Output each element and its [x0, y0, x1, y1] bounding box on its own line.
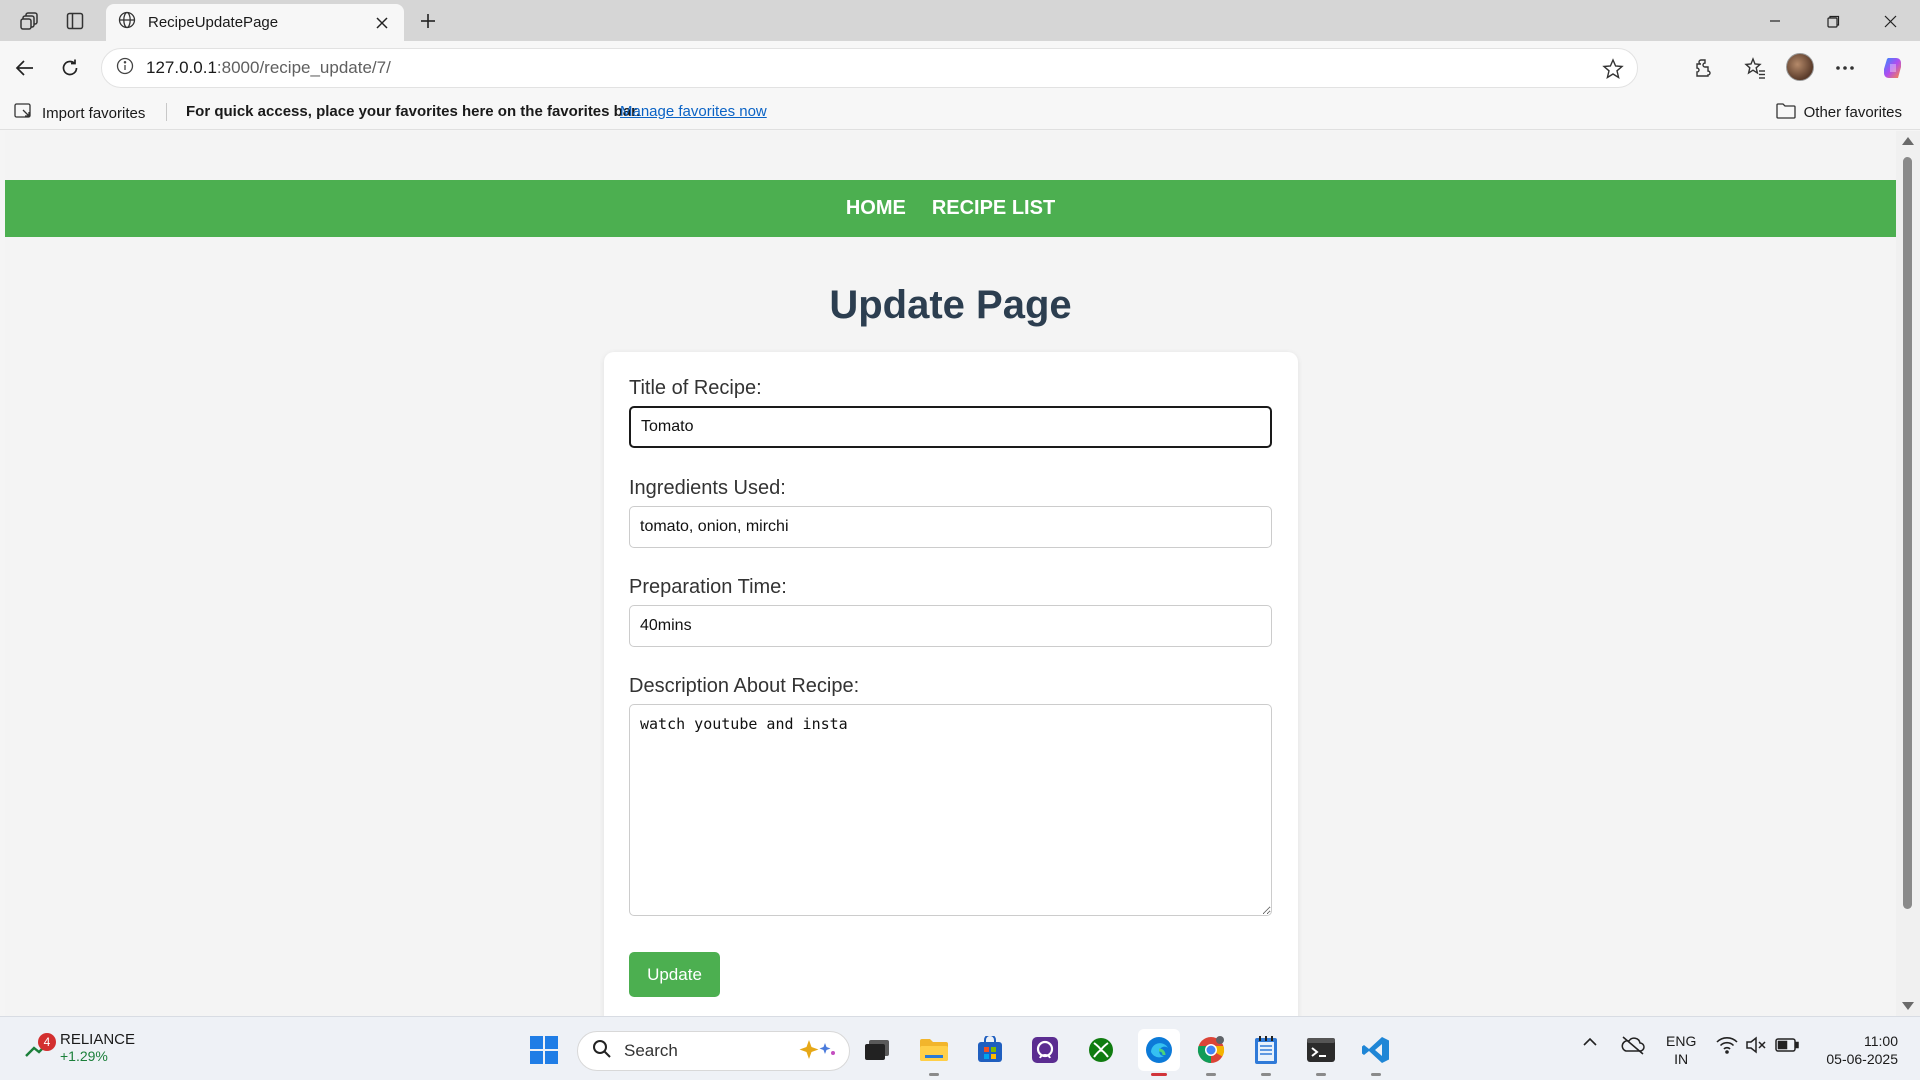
xbox-icon[interactable]	[1083, 1032, 1119, 1068]
url-path: :8000/recipe_update/7/	[216, 58, 391, 77]
extensions-icon[interactable]	[1689, 53, 1719, 83]
favorites-bar-message: For quick access, place your favorites h…	[186, 103, 641, 120]
search-icon	[592, 1039, 612, 1064]
page-viewport: HOME RECIPE LIST Update Page Title of Re…	[5, 131, 1896, 1016]
import-icon	[14, 102, 34, 124]
description-textarea[interactable]: watch youtube and insta	[629, 704, 1272, 916]
browser-tab-bar: RecipeUpdatePage	[0, 0, 1920, 41]
scroll-down-arrow-icon[interactable]	[1902, 1002, 1914, 1010]
new-tab-button[interactable]	[414, 7, 442, 35]
running-indicator	[929, 1073, 939, 1076]
photos-app-icon[interactable]	[1027, 1032, 1063, 1068]
address-bar[interactable]: 127.0.0.1:8000/recipe_update/7/	[101, 48, 1638, 88]
nav-home-link[interactable]: HOME	[846, 197, 906, 220]
page-title: Update Page	[829, 283, 1072, 327]
copilot-icon[interactable]	[1878, 53, 1908, 83]
update-recipe-form: Title of Recipe: Ingredients Used: Prepa…	[604, 352, 1298, 1016]
title-label: Title of Recipe:	[629, 377, 762, 399]
update-button[interactable]: Update	[629, 952, 720, 997]
clock-time: 11:00	[1864, 1033, 1898, 1049]
workspaces-icon[interactable]	[16, 8, 44, 34]
language-code: ENG	[1666, 1033, 1697, 1049]
close-tab-icon[interactable]	[372, 13, 392, 33]
onedrive-offline-icon[interactable]	[1620, 1034, 1646, 1056]
running-indicator	[1371, 1073, 1381, 1076]
scrollbar-thumb[interactable]	[1903, 157, 1912, 909]
url-host: 127.0.0.1	[146, 58, 217, 77]
back-icon[interactable]	[10, 53, 40, 83]
import-favorites-button[interactable]: Import favorites	[14, 102, 145, 124]
other-favorites-label: Other favorites	[1803, 104, 1902, 121]
running-indicator	[1206, 1073, 1216, 1076]
running-indicator	[1261, 1073, 1271, 1076]
task-view-icon[interactable]	[859, 1032, 895, 1068]
running-indicator	[1316, 1073, 1326, 1076]
refresh-icon[interactable]	[55, 53, 85, 83]
vscode-icon[interactable]	[1358, 1032, 1394, 1076]
favorites-bar: Import favorites For quick access, place…	[0, 94, 1920, 130]
clock-date: 05-06-2025	[1826, 1051, 1898, 1067]
edge-icon[interactable]	[1138, 1029, 1180, 1076]
notepad-icon[interactable]	[1248, 1032, 1284, 1076]
show-hidden-icons-icon[interactable]	[1582, 1037, 1598, 1047]
ingredients-input[interactable]	[629, 506, 1272, 548]
terminal-icon[interactable]	[1303, 1032, 1339, 1076]
file-explorer-icon[interactable]	[916, 1032, 952, 1076]
import-favorites-label: Import favorites	[42, 104, 146, 122]
address-toolbar: 127.0.0.1:8000/recipe_update/7/	[0, 41, 1920, 94]
close-window-icon[interactable]	[1867, 6, 1913, 36]
system-clock[interactable]: 11:00 05-06-2025	[1818, 1032, 1898, 1068]
start-icon[interactable]	[526, 1032, 562, 1068]
tab-title: RecipeUpdatePage	[148, 14, 279, 31]
ingredients-label: Ingredients Used:	[629, 477, 786, 499]
page-scrollbar[interactable]	[1896, 131, 1920, 1016]
nav-recipe-list-link[interactable]: RECIPE LIST	[932, 197, 1055, 220]
input-language-indicator[interactable]: ENG IN	[1666, 1032, 1696, 1068]
stock-badge: 4	[38, 1033, 56, 1051]
wifi-icon[interactable]	[1716, 1036, 1738, 1054]
description-label: Description About Recipe:	[629, 675, 860, 697]
prep-time-label: Preparation Time:	[629, 576, 787, 598]
site-navbar: HOME RECIPE LIST	[5, 180, 1896, 237]
favorites-divider	[166, 103, 167, 121]
profile-avatar[interactable]	[1786, 53, 1814, 81]
chrome-icon[interactable]	[1193, 1032, 1229, 1076]
other-favorites-button[interactable]: Other favorites	[1775, 102, 1902, 123]
favorites-icon[interactable]	[1740, 53, 1770, 83]
stock-change: +1.29%	[60, 1048, 108, 1064]
folder-icon	[1775, 102, 1796, 123]
manage-favorites-link[interactable]: Manage favorites now	[620, 103, 767, 120]
sparkle-icon	[795, 1038, 837, 1065]
vertical-tabs-icon[interactable]	[61, 8, 89, 34]
title-input[interactable]	[629, 406, 1272, 448]
microsoft-store-icon[interactable]	[972, 1032, 1008, 1068]
more-menu-icon[interactable]	[1830, 53, 1860, 83]
stock-chart-icon: 4	[24, 1033, 56, 1064]
volume-muted-icon[interactable]	[1745, 1036, 1767, 1054]
scroll-up-arrow-icon[interactable]	[1902, 137, 1914, 145]
active-tab[interactable]: RecipeUpdatePage	[106, 4, 404, 41]
stock-widget[interactable]: 4 RELIANCE +1.29%	[24, 1031, 135, 1064]
windows-taskbar: 4 RELIANCE +1.29% Search ENG IN 11:00 05…	[0, 1016, 1920, 1080]
restore-icon[interactable]	[1810, 6, 1856, 36]
region-code: IN	[1674, 1051, 1689, 1067]
add-favorite-icon[interactable]	[1601, 57, 1625, 81]
battery-icon[interactable]	[1775, 1038, 1799, 1052]
stock-name: RELIANCE	[60, 1031, 136, 1048]
site-info-icon[interactable]	[116, 57, 134, 80]
active-app-indicator	[1151, 1073, 1167, 1076]
minimize-icon[interactable]	[1752, 6, 1798, 36]
stock-text: RELIANCE +1.29%	[60, 1031, 135, 1064]
url-text: 127.0.0.1:8000/recipe_update/7/	[146, 58, 391, 78]
taskbar-search[interactable]: Search	[577, 1031, 850, 1071]
search-placeholder: Search	[624, 1041, 678, 1060]
prep-time-input[interactable]	[629, 605, 1272, 647]
globe-icon	[118, 11, 136, 34]
